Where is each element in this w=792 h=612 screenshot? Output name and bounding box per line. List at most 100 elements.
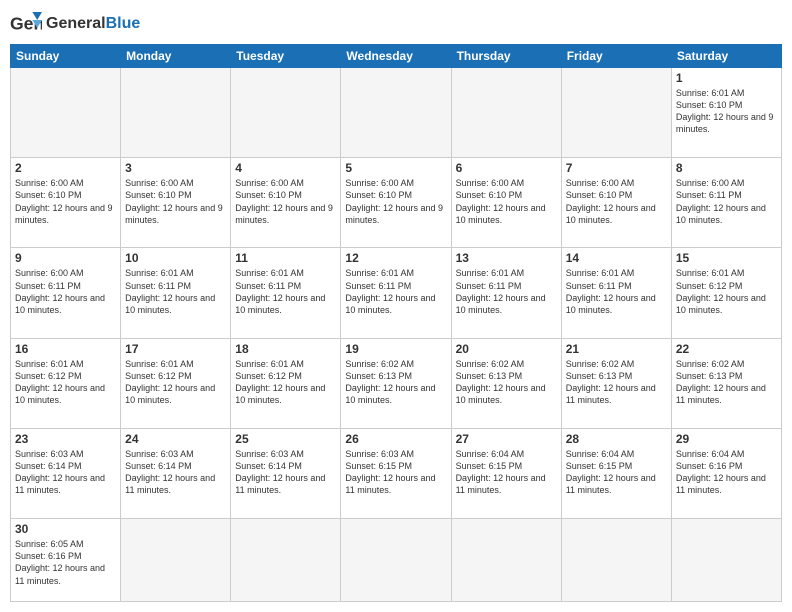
day-number: 19 [345, 342, 446, 356]
day-info: Sunrise: 6:01 AM Sunset: 6:11 PM Dayligh… [456, 267, 557, 316]
day-info: Sunrise: 6:00 AM Sunset: 6:11 PM Dayligh… [15, 267, 116, 316]
calendar-cell: 10 Sunrise: 6:01 AM Sunset: 6:11 PM Dayli… [121, 248, 231, 338]
weekday-header-sunday: Sunday [11, 45, 121, 68]
weekday-header-monday: Monday [121, 45, 231, 68]
calendar-cell: 11Sunrise: 6:01 AM Sunset: 6:11 PM Dayli… [231, 248, 341, 338]
day-info: Sunrise: 6:00 AM Sunset: 6:10 PM Dayligh… [456, 177, 557, 226]
day-info: Sunrise: 6:02 AM Sunset: 6:13 PM Dayligh… [566, 358, 667, 407]
day-info: Sunrise: 6:01 AM Sunset: 6:11 PM Dayligh… [566, 267, 667, 316]
day-number: 21 [566, 342, 667, 356]
day-number: 22 [676, 342, 777, 356]
day-number: 3 [125, 161, 226, 175]
day-info: Sunrise: 6:00 AM Sunset: 6:11 PM Dayligh… [676, 177, 777, 226]
calendar-cell [671, 519, 781, 602]
day-info: Sunrise: 6:01 AM Sunset: 6:12 PM Dayligh… [676, 267, 777, 316]
day-number: 27 [456, 432, 557, 446]
day-info: Sunrise: 6:02 AM Sunset: 6:13 PM Dayligh… [456, 358, 557, 407]
calendar-cell: 19Sunrise: 6:02 AM Sunset: 6:13 PM Dayli… [341, 338, 451, 428]
calendar-cell [561, 519, 671, 602]
calendar-cell [11, 68, 121, 158]
day-info: Sunrise: 6:00 AM Sunset: 6:10 PM Dayligh… [235, 177, 336, 226]
day-number: 10 [125, 251, 226, 265]
weekday-header-tuesday: Tuesday [231, 45, 341, 68]
calendar-cell: 15 Sunrise: 6:01 AM Sunset: 6:12 PM Dayli… [671, 248, 781, 338]
day-info: Sunrise: 6:04 AM Sunset: 6:16 PM Dayligh… [676, 448, 777, 497]
calendar-cell: 21 Sunrise: 6:02 AM Sunset: 6:13 PM Dayli… [561, 338, 671, 428]
calendar-cell [231, 68, 341, 158]
day-info: Sunrise: 6:01 AM Sunset: 6:11 PM Dayligh… [125, 267, 226, 316]
calendar-cell [451, 519, 561, 602]
logo: General GeneralBlue [10, 10, 140, 38]
day-info: Sunrise: 6:05 AM Sunset: 6:16 PM Dayligh… [15, 538, 116, 587]
day-info: Sunrise: 6:00 AM Sunset: 6:10 PM Dayligh… [15, 177, 116, 226]
day-number: 25 [235, 432, 336, 446]
day-number: 9 [15, 251, 116, 265]
day-info: Sunrise: 6:01 AM Sunset: 6:12 PM Dayligh… [125, 358, 226, 407]
day-number: 26 [345, 432, 446, 446]
day-number: 18 [235, 342, 336, 356]
week-row-2: 9 Sunrise: 6:00 AM Sunset: 6:11 PM Daylig… [11, 248, 782, 338]
day-info: Sunrise: 6:03 AM Sunset: 6:14 PM Dayligh… [235, 448, 336, 497]
day-number: 7 [566, 161, 667, 175]
day-number: 29 [676, 432, 777, 446]
day-number: 12 [345, 251, 446, 265]
calendar-cell: 22Sunrise: 6:02 AM Sunset: 6:13 PM Dayli… [671, 338, 781, 428]
calendar-cell: 14 Sunrise: 6:01 AM Sunset: 6:11 PM Dayli… [561, 248, 671, 338]
day-number: 14 [566, 251, 667, 265]
calendar-cell: 8Sunrise: 6:00 AM Sunset: 6:11 PM Daylig… [671, 158, 781, 248]
day-info: Sunrise: 6:01 AM Sunset: 6:11 PM Dayligh… [235, 267, 336, 316]
logo-icon: General [10, 10, 42, 38]
day-number: 23 [15, 432, 116, 446]
page: General GeneralBlue SundayMondayTuesdayW… [0, 0, 792, 612]
day-number: 17 [125, 342, 226, 356]
day-number: 24 [125, 432, 226, 446]
week-row-3: 16 Sunrise: 6:01 AM Sunset: 6:12 PM Dayli… [11, 338, 782, 428]
day-number: 2 [15, 161, 116, 175]
day-number: 28 [566, 432, 667, 446]
day-info: Sunrise: 6:00 AM Sunset: 6:10 PM Dayligh… [566, 177, 667, 226]
calendar-cell: 13Sunrise: 6:01 AM Sunset: 6:11 PM Dayli… [451, 248, 561, 338]
day-number: 30 [15, 522, 116, 536]
weekday-header-friday: Friday [561, 45, 671, 68]
calendar-cell: 29 Sunrise: 6:04 AM Sunset: 6:16 PM Dayli… [671, 428, 781, 518]
day-info: Sunrise: 6:03 AM Sunset: 6:14 PM Dayligh… [125, 448, 226, 497]
header: General GeneralBlue [10, 10, 782, 38]
day-info: Sunrise: 6:01 AM Sunset: 6:12 PM Dayligh… [15, 358, 116, 407]
day-info: Sunrise: 6:03 AM Sunset: 6:14 PM Dayligh… [15, 448, 116, 497]
calendar-cell [341, 68, 451, 158]
day-info: Sunrise: 6:01 AM Sunset: 6:10 PM Dayligh… [676, 87, 777, 136]
day-number: 1 [676, 71, 777, 85]
day-number: 15 [676, 251, 777, 265]
week-row-0: 1 Sunrise: 6:01 AM Sunset: 6:10 PM Daylig… [11, 68, 782, 158]
calendar-cell [231, 519, 341, 602]
calendar-cell [121, 68, 231, 158]
day-number: 5 [345, 161, 446, 175]
day-info: Sunrise: 6:00 AM Sunset: 6:10 PM Dayligh… [345, 177, 446, 226]
calendar-cell [451, 68, 561, 158]
week-row-5: 30 Sunrise: 6:05 AM Sunset: 6:16 PM Dayli… [11, 519, 782, 602]
day-number: 16 [15, 342, 116, 356]
calendar-cell: 28Sunrise: 6:04 AM Sunset: 6:15 PM Dayli… [561, 428, 671, 518]
calendar-cell: 30 Sunrise: 6:05 AM Sunset: 6:16 PM Dayli… [11, 519, 121, 602]
weekday-header-wednesday: Wednesday [341, 45, 451, 68]
calendar-cell: 25 Sunrise: 6:03 AM Sunset: 6:14 PM Dayli… [231, 428, 341, 518]
calendar-cell: 18 Sunrise: 6:01 AM Sunset: 6:12 PM Dayli… [231, 338, 341, 428]
day-info: Sunrise: 6:03 AM Sunset: 6:15 PM Dayligh… [345, 448, 446, 497]
weekday-header-thursday: Thursday [451, 45, 561, 68]
day-info: Sunrise: 6:00 AM Sunset: 6:10 PM Dayligh… [125, 177, 226, 226]
day-info: Sunrise: 6:01 AM Sunset: 6:11 PM Dayligh… [345, 267, 446, 316]
calendar-cell [561, 68, 671, 158]
day-number: 20 [456, 342, 557, 356]
day-info: Sunrise: 6:01 AM Sunset: 6:12 PM Dayligh… [235, 358, 336, 407]
calendar-cell: 1 Sunrise: 6:01 AM Sunset: 6:10 PM Daylig… [671, 68, 781, 158]
day-info: Sunrise: 6:04 AM Sunset: 6:15 PM Dayligh… [456, 448, 557, 497]
calendar-cell: 3 Sunrise: 6:00 AM Sunset: 6:10 PM Daylig… [121, 158, 231, 248]
calendar-cell: 17 Sunrise: 6:01 AM Sunset: 6:12 PM Dayli… [121, 338, 231, 428]
calendar-cell [341, 519, 451, 602]
day-number: 6 [456, 161, 557, 175]
calendar-cell: 7 Sunrise: 6:00 AM Sunset: 6:10 PM Daylig… [561, 158, 671, 248]
calendar-cell: 12 Sunrise: 6:01 AM Sunset: 6:11 PM Dayli… [341, 248, 451, 338]
calendar-cell: 23 Sunrise: 6:03 AM Sunset: 6:14 PM Dayli… [11, 428, 121, 518]
calendar-cell: 4Sunrise: 6:00 AM Sunset: 6:10 PM Daylig… [231, 158, 341, 248]
calendar-cell: 16 Sunrise: 6:01 AM Sunset: 6:12 PM Dayli… [11, 338, 121, 428]
